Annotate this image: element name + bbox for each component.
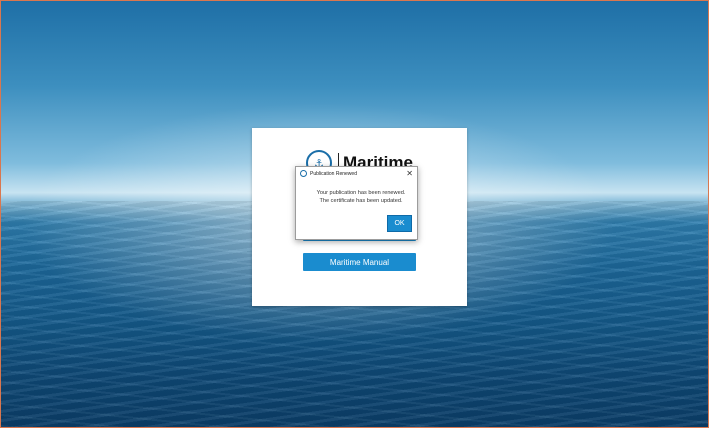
publication-renewed-dialog: Publication Renewed ✕ Your publication h… bbox=[295, 166, 418, 240]
dialog-title: Publication Renewed bbox=[310, 170, 357, 177]
dialog-message: Your publication has been renewed. The c… bbox=[310, 189, 412, 205]
dialog-message-line1: Your publication has been renewed. bbox=[316, 190, 406, 196]
ok-button[interactable]: OK bbox=[387, 215, 412, 232]
dialog-titlebar: Publication Renewed ✕ bbox=[296, 167, 417, 180]
maritime-manual-button[interactable]: Maritime Manual bbox=[303, 253, 416, 271]
close-icon[interactable]: ✕ bbox=[406, 168, 413, 179]
app-icon bbox=[300, 170, 307, 177]
dialog-message-line2: The certificate has been updated. bbox=[319, 198, 403, 204]
app-window: ⚓ Maritime Maritime Manual Publication R… bbox=[0, 0, 709, 428]
